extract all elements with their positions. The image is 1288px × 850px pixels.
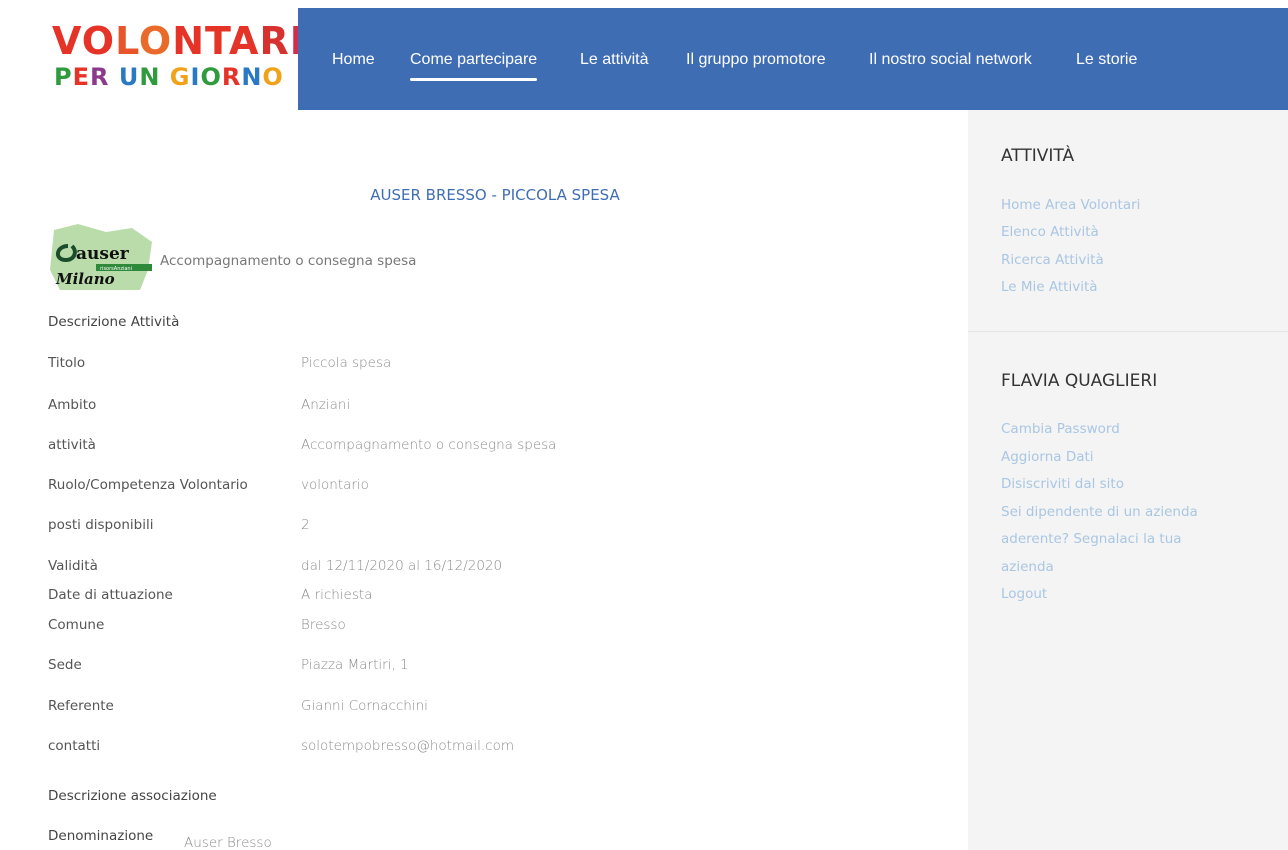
row-value-posti: 2 [301,517,310,533]
nav-le-storie[interactable]: Le storie [1076,51,1137,69]
row-label-sede: Sede [48,657,82,673]
row-label-comune: Comune [48,617,105,633]
sidebar-link-ricerca[interactable]: Ricerca Attività [1001,252,1104,268]
row-value-ambito: Anziani [301,397,351,413]
activity-category: Accompagnamento o consegna spesa [160,253,417,269]
activity-title: AUSER BRESSO - PICCOLA SPESA [370,186,620,204]
logo-subtitle: PER UN GIORNO [54,63,284,91]
nav-le-attivita[interactable]: Le attività [580,51,648,69]
row-label-date: Date di attuazione [48,587,173,603]
denominazione-value: Auser Bresso [184,835,272,850]
sidebar-link-segnala-azienda-1[interactable]: Sei dipendente di un azienda [1001,504,1198,520]
sidebar-divider [968,331,1288,332]
row-label-posti: posti disponibili [48,517,154,533]
row-value-titolo: Piccola spesa [301,355,392,371]
sidebar-link-home-area[interactable]: Home Area Volontari [1001,197,1140,213]
nav-gruppo-promotore[interactable]: Il gruppo promotore [686,51,826,69]
svg-text:auser: auser [76,244,130,264]
sidebar-link-disiscriviti[interactable]: Disiscriviti dal sito [1001,476,1124,492]
nav-home[interactable]: Home [332,51,375,69]
row-value-referente: Gianni Cornacchini [301,698,428,714]
sidebar-link-segnala-azienda-2[interactable]: aderente? Segnalaci la tua [1001,531,1182,547]
description-heading: Descrizione Attività [48,314,180,330]
auser-milano-logo: auser risorsAnziani Milano [48,224,156,292]
sidebar-link-elenco[interactable]: Elenco Attività [1001,224,1099,240]
row-label-ruolo: Ruolo/Competenza Volontario [48,477,248,493]
nav-social-network[interactable]: Il nostro social network [869,51,1032,69]
row-label-validita: Validità [48,558,98,574]
row-value-comune: Bresso [301,617,346,633]
sidebar-link-segnala-azienda-3[interactable]: azienda [1001,559,1054,575]
row-value-attivita: Accompagnamento o consegna spesa [301,437,557,453]
svg-text:Milano: Milano [55,270,115,288]
sidebar-activities-heading: ATTIVITÀ [1001,146,1075,166]
sidebar-link-aggiorna-dati[interactable]: Aggiorna Dati [1001,449,1094,465]
row-label-contatti: contatti [48,738,101,754]
row-value-ruolo: volontario [301,477,369,493]
row-value-contatti: solotempobresso@hotmail.com [301,738,514,754]
association-heading: Descrizione associazione [48,788,217,804]
nav-come-partecipare[interactable]: Come partecipare [410,51,538,81]
row-label-referente: Referente [48,698,114,714]
sidebar-link-logout[interactable]: Logout [1001,586,1047,602]
row-label-attivita: attività [48,437,96,453]
sidebar-user-heading: FLAVIA QUAGLIERI [1001,371,1158,391]
main-nav: Home Come partecipare Le attività Il gru… [298,8,1288,110]
row-label-ambito: Ambito [48,397,97,413]
row-value-date: A richiesta [301,587,373,603]
row-value-sede: Piazza Martiri, 1 [301,657,409,673]
sidebar-link-cambia-password[interactable]: Cambia Password [1001,421,1120,437]
denominazione-label: Denominazione [48,828,154,844]
sidebar-link-mie-attivita[interactable]: Le Mie Attività [1001,279,1098,295]
logo-title: VOLONTARI [52,19,304,63]
row-value-validita: dal 12/11/2020 al 16/12/2020 [301,558,503,574]
row-label-titolo: Titolo [48,355,86,371]
site-logo[interactable]: VOLONTARI PER UN GIORNO [40,8,304,110]
